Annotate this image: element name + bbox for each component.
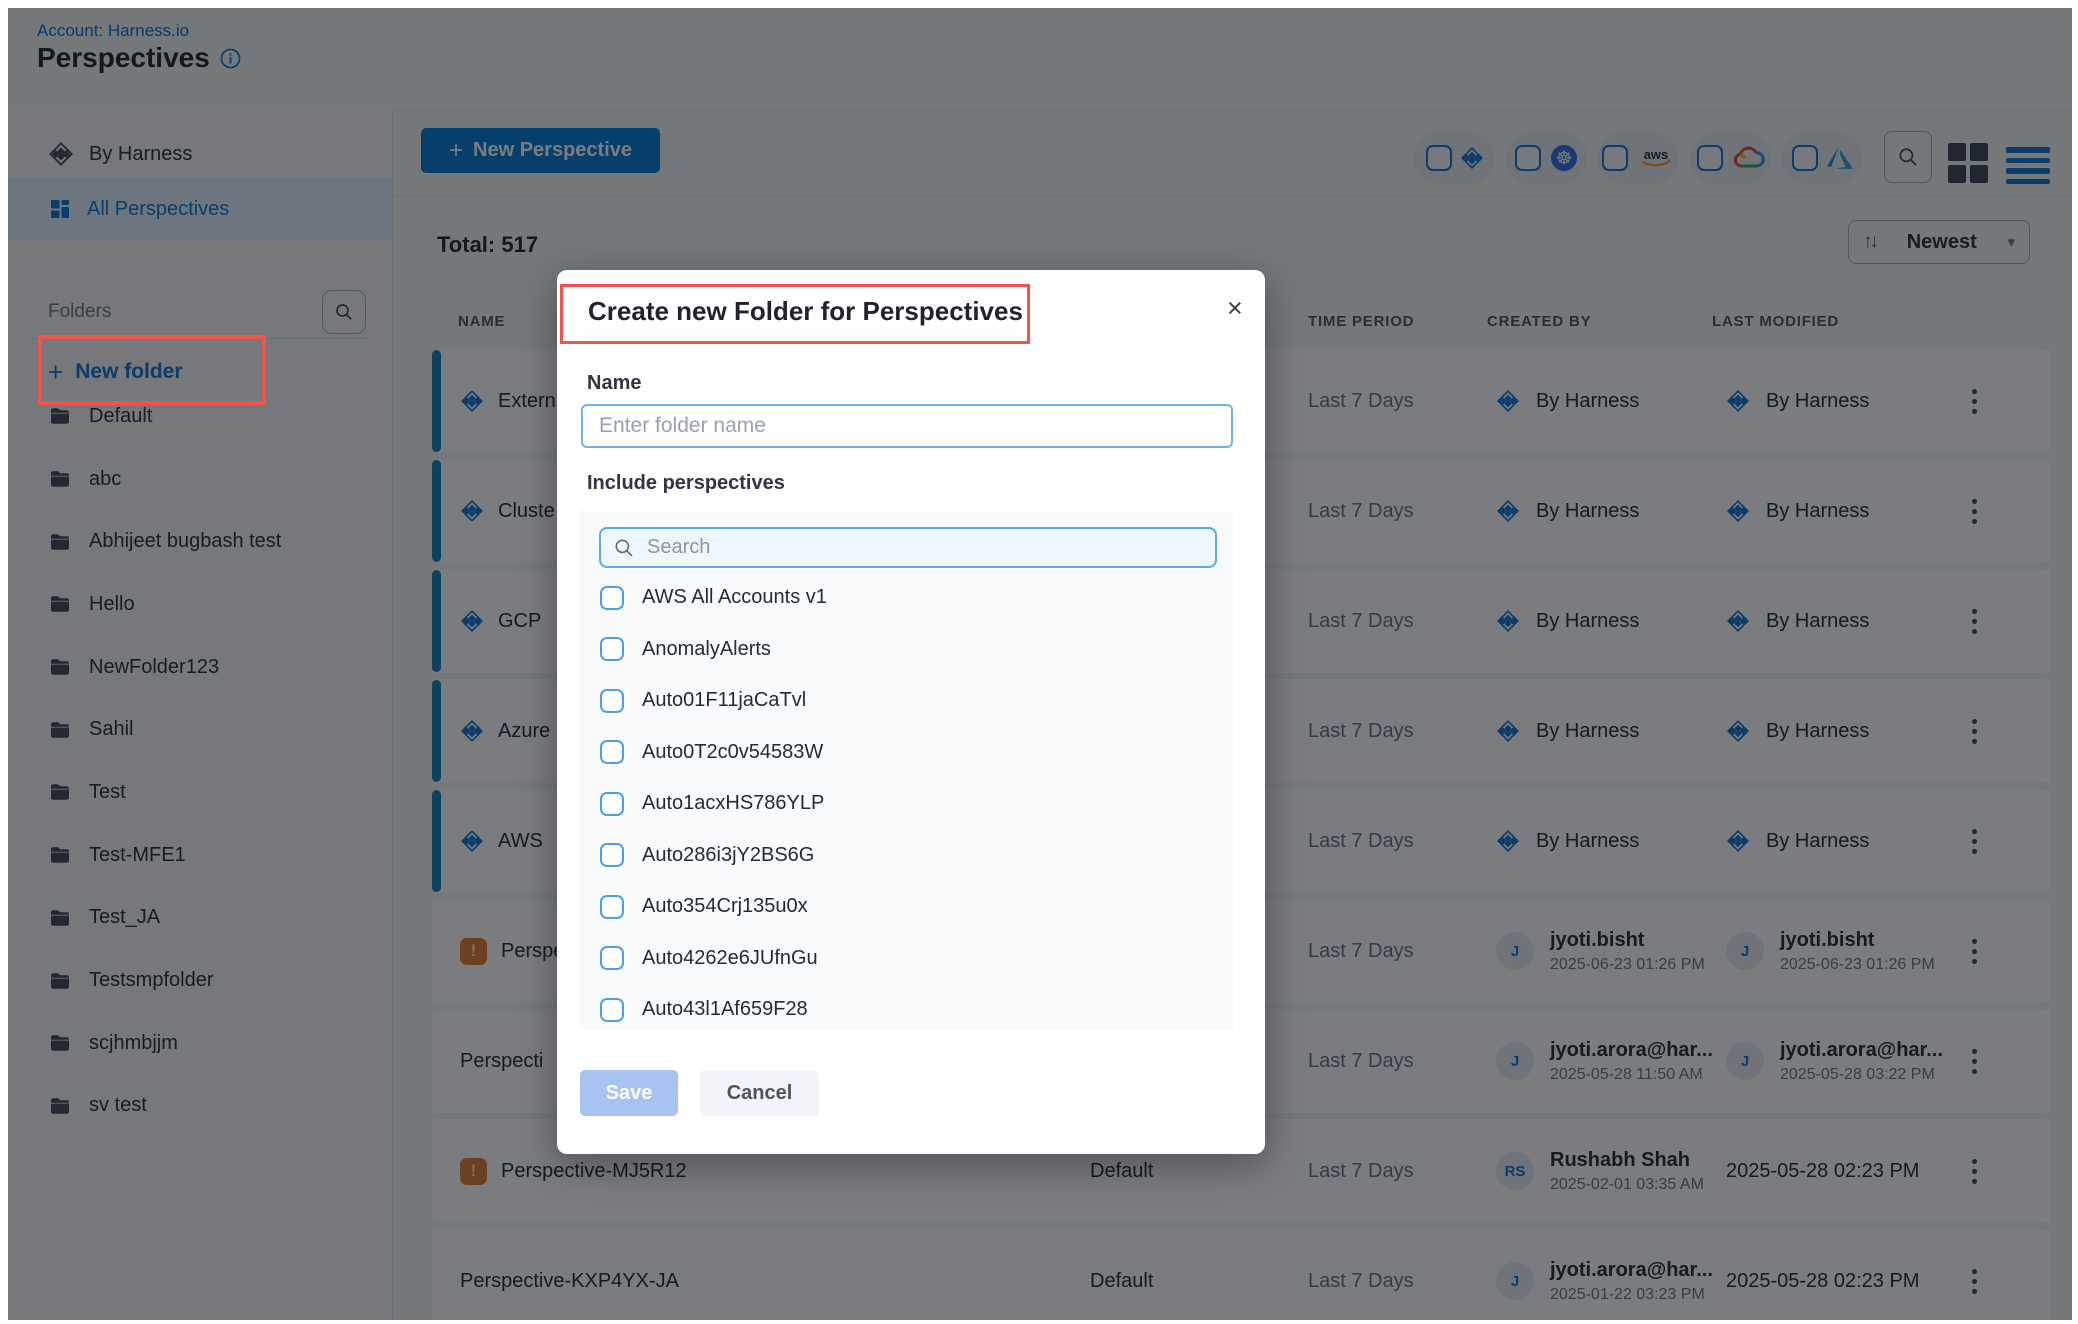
perspective-option: Auto4262e6JUfnGu [580, 933, 1234, 985]
include-perspectives-label: Include perspectives [587, 472, 785, 495]
perspective-checkbox[interactable] [600, 792, 624, 816]
perspective-option-label: Auto0T2c0v54583W [642, 741, 823, 764]
perspective-checkbox[interactable] [600, 998, 624, 1022]
perspective-option-label: Auto1acxHS786YLP [642, 792, 824, 815]
search-icon [613, 537, 635, 559]
annotation-box-modal-title [560, 284, 1030, 344]
perspective-option: Auto286i3jY2BS6G [580, 830, 1234, 882]
perspective-option-label: Auto01F11jaCaTvl [642, 689, 806, 712]
perspective-checkbox[interactable] [600, 843, 624, 867]
perspective-option: Auto01F11jaCaTvl [580, 675, 1234, 727]
app-window: Account: Harness.io Perspectives By Harn… [8, 8, 2072, 1320]
perspective-option: Auto43l1Af659F28 [580, 984, 1234, 1030]
folder-name-input[interactable] [581, 404, 1233, 448]
perspective-checkbox[interactable] [600, 637, 624, 661]
screenshot-root: { "header": { "breadcrumb": "Account: Ha… [0, 0, 2078, 1324]
perspective-option-label: Auto4262e6JUfnGu [642, 947, 818, 970]
perspective-checkbox[interactable] [600, 586, 624, 610]
perspective-checkbox[interactable] [600, 740, 624, 764]
name-label: Name [587, 372, 641, 395]
perspective-option-label: Auto286i3jY2BS6G [642, 844, 814, 867]
perspective-option: Auto354Crj135u0x [580, 881, 1234, 933]
perspective-option-label: Auto354Crj135u0x [642, 895, 808, 918]
save-button[interactable]: Save [580, 1070, 678, 1116]
perspective-search-input[interactable] [645, 535, 1189, 560]
cancel-button[interactable]: Cancel [700, 1070, 819, 1116]
perspective-picker-panel: AWS All Accounts v1 AnomalyAlerts Auto01… [580, 509, 1234, 1030]
perspective-option: Auto0T2c0v54583W [580, 727, 1234, 779]
perspective-checkbox[interactable] [600, 946, 624, 970]
perspective-checkbox[interactable] [600, 689, 624, 713]
annotation-box-new-folder [38, 335, 266, 405]
perspective-option: AWS All Accounts v1 [580, 572, 1234, 624]
perspective-option-label: Auto43l1Af659F28 [642, 998, 808, 1021]
perspective-search-box [599, 527, 1217, 568]
perspective-option: Auto1acxHS786YLP [580, 778, 1234, 830]
close-icon[interactable]: × [1221, 292, 1249, 325]
perspective-option-label: AnomalyAlerts [642, 638, 771, 661]
perspective-option: AnomalyAlerts [580, 624, 1234, 676]
create-folder-modal: Create new Folder for Perspectives × Nam… [557, 270, 1265, 1154]
perspective-checkbox-list: AWS All Accounts v1 AnomalyAlerts Auto01… [580, 572, 1234, 1030]
perspective-checkbox[interactable] [600, 895, 624, 919]
perspective-option-label: AWS All Accounts v1 [642, 586, 827, 609]
